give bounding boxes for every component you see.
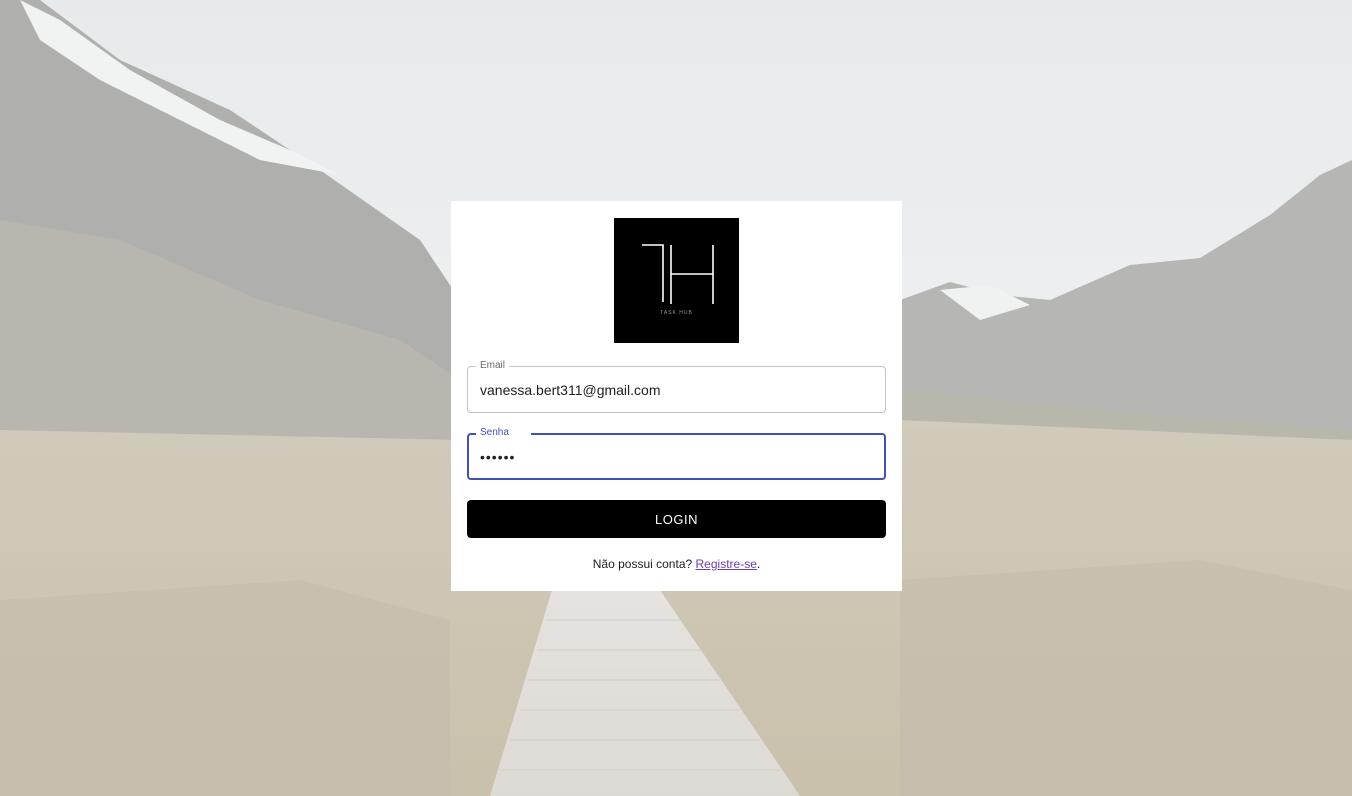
password-field[interactable]: Senha (467, 426, 886, 480)
signup-prompt-text: Não possui conta? (592, 557, 693, 571)
email-field[interactable]: Email (467, 359, 886, 413)
login-card: TASK HUB Email Senha LOGIN Não possui co… (451, 201, 902, 591)
email-input[interactable] (468, 367, 885, 412)
register-link[interactable]: Registre-se (696, 557, 757, 571)
login-button[interactable]: LOGIN (467, 500, 886, 538)
password-input[interactable] (469, 435, 884, 478)
signup-prompt: Não possui conta? Registre-se. (451, 557, 902, 571)
signup-suffix: . (756, 557, 761, 571)
th-monogram-icon (642, 244, 714, 304)
task-hub-logo: TASK HUB (614, 218, 739, 343)
logo-caption: TASK HUB (660, 310, 693, 316)
